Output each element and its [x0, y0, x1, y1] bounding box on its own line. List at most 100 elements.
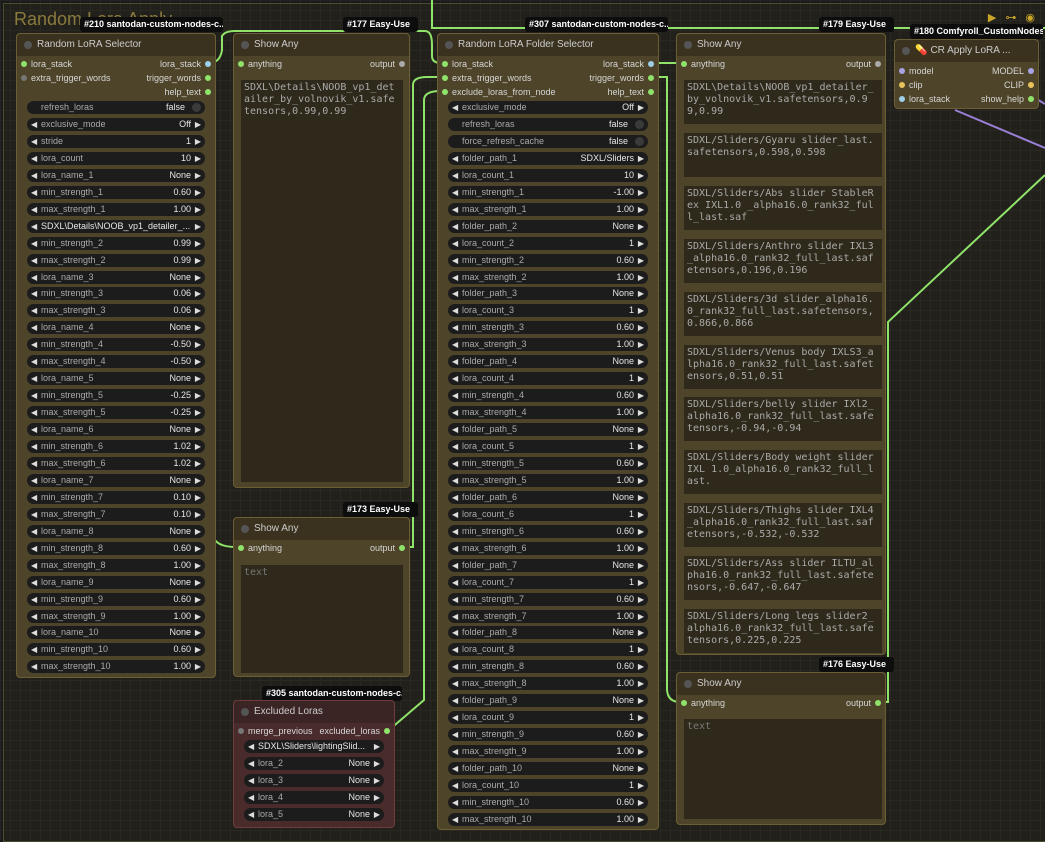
widget-number[interactable]: ◀ ▶ max_strength_10 1.00	[27, 660, 205, 674]
widget-number[interactable]: ◀ ▶ folder_path_1 SDXL/Sliders	[448, 151, 648, 165]
arrow-right-icon[interactable]: ▶	[195, 423, 201, 436]
widget-number[interactable]: ◀ ▶ lora_count_3 1	[448, 304, 648, 318]
widget-number[interactable]: ◀ ▶ max_strength_1 1.00	[27, 202, 205, 216]
widget-number[interactable]: ◀ ▶ min_strength_7 0.60	[448, 592, 648, 606]
arrow-left-icon[interactable]: ◀	[31, 626, 37, 639]
arrow-right-icon[interactable]: ▶	[374, 774, 380, 787]
widget-number[interactable]: ◀ ▶ min_strength_9 0.60	[27, 592, 205, 606]
arrow-left-icon[interactable]: ◀	[248, 808, 254, 821]
arrow-right-icon[interactable]: ▶	[638, 406, 644, 419]
text-output-area[interactable]: SDXL/Sliders/belly slider IXl2_alpha16.0…	[684, 397, 882, 442]
arrow-left-icon[interactable]: ◀	[452, 304, 458, 317]
arrow-right-icon[interactable]: ▶	[638, 169, 644, 182]
arrow-right-icon[interactable]: ▶	[195, 508, 201, 521]
widget-number[interactable]: ◀ ▶ min_strength_6 1.02	[27, 440, 205, 453]
arrow-left-icon[interactable]: ◀	[452, 457, 458, 470]
arrow-right-icon[interactable]: ▶	[638, 203, 644, 216]
arrow-right-icon[interactable]: ▶	[195, 525, 201, 538]
widget-number[interactable]: ◀ ▶ lora_count_8 1	[448, 643, 648, 657]
widget-number[interactable]: ◀ ▶ max_strength_5 -0.25	[27, 406, 205, 420]
text-output-area[interactable]: SDXL\Details\NOOB_vp1_detailer_by_volnov…	[684, 80, 882, 124]
text-output-area[interactable]: SDXL/Sliders/Thighs slider IXL4_alpha16.…	[684, 503, 882, 548]
text-output-area[interactable]: SDXL/Sliders/Body weight slider IXL 1.0_…	[684, 450, 882, 495]
widget-number[interactable]: ◀ ▶ lora_name_3 None	[27, 270, 205, 284]
arrow-left-icon[interactable]: ◀	[31, 440, 37, 453]
output-socket[interactable]	[648, 61, 654, 67]
arrow-right-icon[interactable]: ▶	[638, 542, 644, 555]
arrow-right-icon[interactable]: ▶	[638, 643, 644, 656]
arrow-right-icon[interactable]: ▶	[195, 474, 201, 487]
arrow-left-icon[interactable]: ◀	[31, 287, 37, 300]
arrow-right-icon[interactable]: ▶	[638, 321, 644, 334]
arrow-right-icon[interactable]: ▶	[638, 237, 644, 250]
arrow-left-icon[interactable]: ◀	[452, 593, 458, 606]
arrow-right-icon[interactable]: ▶	[195, 304, 201, 317]
arrow-left-icon[interactable]: ◀	[452, 559, 458, 572]
arrow-left-icon[interactable]: ◀	[452, 271, 458, 284]
arrow-left-icon[interactable]: ◀	[248, 791, 254, 804]
arrow-left-icon[interactable]: ◀	[31, 389, 37, 402]
arrow-right-icon[interactable]: ▶	[195, 186, 201, 199]
widget-number[interactable]: ◀ ▶ stride 1	[27, 134, 205, 148]
input-socket[interactable]	[899, 82, 905, 88]
widget-number[interactable]: ◀ ▶ min_strength_3 0.06	[27, 287, 205, 301]
arrow-left-icon[interactable]: ◀	[452, 152, 458, 165]
widget-number[interactable]: ◀ ▶ min_strength_1 -1.00	[448, 185, 648, 199]
arrow-left-icon[interactable]: ◀	[452, 813, 458, 826]
arrow-right-icon[interactable]: ▶	[638, 694, 644, 707]
widget-number[interactable]: ◀ ▶ min_strength_1 0.60	[27, 185, 205, 199]
arrow-right-icon[interactable]: ▶	[638, 576, 644, 589]
arrow-left-icon[interactable]: ◀	[31, 372, 37, 385]
arrow-right-icon[interactable]: ▶	[638, 423, 644, 436]
arrow-left-icon[interactable]: ◀	[452, 525, 458, 538]
widget-number[interactable]: ◀ ▶ lora_count_6 1	[448, 507, 648, 521]
node-panel[interactable]: Random LoRA Folder Selector lora_stack lor…	[437, 33, 659, 830]
widget-number[interactable]: ◀ ▶ folder_path_9 None	[448, 694, 648, 708]
arrow-left-icon[interactable]: ◀	[31, 237, 37, 250]
widget-number[interactable]: ◀ ▶ min_strength_6 0.60	[448, 524, 648, 538]
widget-number[interactable]: ◀ ▶ lora_count_2 1	[448, 236, 648, 250]
arrow-left-icon[interactable]: ◀	[31, 220, 37, 233]
arrow-left-icon[interactable]: ◀	[31, 118, 37, 131]
arrow-left-icon[interactable]: ◀	[452, 254, 458, 267]
arrow-left-icon[interactable]: ◀	[452, 762, 458, 775]
arrow-right-icon[interactable]: ▶	[638, 660, 644, 673]
node-panel[interactable]: Excluded Loras merge_previous excluded_lor…	[233, 700, 395, 828]
arrow-right-icon[interactable]: ▶	[638, 677, 644, 690]
widget-number[interactable]: ◀ ▶ lora_name_9 None	[27, 575, 205, 589]
text-output-area[interactable]: SDXL/Sliders/Venus body IXLS3_alpha16.0_…	[684, 344, 882, 389]
node-collapse-dot[interactable]	[241, 708, 249, 716]
arrow-left-icon[interactable]: ◀	[31, 576, 37, 589]
arrow-left-icon[interactable]: ◀	[31, 643, 37, 656]
arrow-left-icon[interactable]: ◀	[31, 593, 37, 606]
arrow-right-icon[interactable]: ▶	[638, 101, 644, 114]
output-socket[interactable]	[399, 61, 405, 67]
arrow-left-icon[interactable]: ◀	[452, 779, 458, 792]
arrow-right-icon[interactable]: ▶	[195, 406, 201, 419]
arrow-left-icon[interactable]: ◀	[452, 220, 458, 233]
text-output-area[interactable]: SDXL/Sliders/Long legs slider2_alpha16.0…	[684, 609, 882, 653]
node-title-bar[interactable]: Show Any	[677, 673, 885, 695]
arrow-left-icon[interactable]: ◀	[31, 271, 37, 284]
widget-number[interactable]: ◀ ▶ lora_2 None	[244, 757, 384, 770]
widget-number[interactable]: ◀ ▶ min_strength_10 0.60	[27, 643, 205, 657]
arrow-right-icon[interactable]: ▶	[374, 757, 380, 770]
node-panel[interactable]: Show Any anything output SDXL\Details\NOOB_…	[676, 33, 886, 655]
arrow-right-icon[interactable]: ▶	[638, 338, 644, 351]
arrow-right-icon[interactable]: ▶	[195, 338, 201, 351]
widget-number[interactable]: ◀ ▶ lora_name_1 None	[27, 168, 205, 182]
input-socket[interactable]	[21, 61, 27, 67]
output-socket[interactable]	[875, 700, 881, 706]
widget-number[interactable]: ◀ ▶ lora_name_10 None	[27, 626, 205, 640]
arrow-right-icon[interactable]: ▶	[638, 779, 644, 792]
output-socket[interactable]	[648, 89, 654, 95]
widget-number[interactable]: ◀ ▶ max_strength_2 1.00	[448, 270, 648, 284]
node-title-bar[interactable]: Show Any	[677, 34, 885, 56]
node-title-bar[interactable]: Excluded Loras	[234, 701, 394, 723]
arrow-left-icon[interactable]: ◀	[31, 542, 37, 555]
arrow-right-icon[interactable]: ▶	[195, 118, 201, 131]
widget-number[interactable]: ◀ ▶ max_strength_7 1.00	[448, 609, 648, 623]
widget-number[interactable]: ◀ ▶ lora_count_9 1	[448, 711, 648, 725]
arrow-left-icon[interactable]: ◀	[452, 237, 458, 250]
arrow-left-icon[interactable]: ◀	[452, 660, 458, 673]
